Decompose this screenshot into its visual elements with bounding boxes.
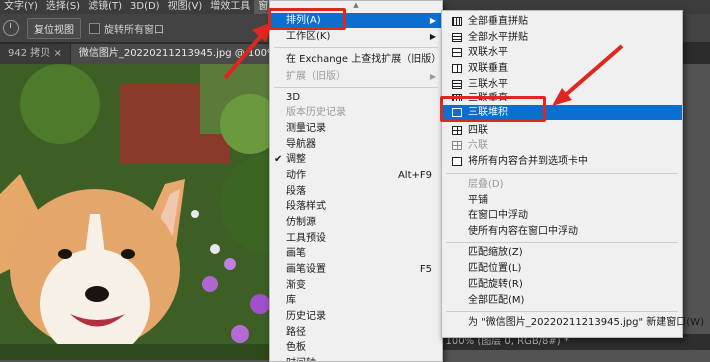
menu-separator: [446, 242, 678, 243]
window-menu-item-history[interactable]: 历史记录: [270, 309, 442, 324]
arrange-item-cascade[interactable]: 层叠(D): [442, 177, 682, 192]
menu-separator: [274, 87, 438, 88]
window-menu-item-timeline[interactable]: 时间轴: [270, 356, 442, 361]
window-menu-item-clone-source[interactable]: 仿制源: [270, 215, 442, 230]
window-menu-item-version-history[interactable]: 版本历史记录: [270, 105, 442, 120]
tab-copy[interactable]: 942 拷贝 ×: [0, 44, 70, 64]
window-menu-item-measurement-log[interactable]: 测量记录: [270, 121, 442, 136]
window-menu-item-swatches[interactable]: 色板: [270, 340, 442, 355]
reset-view-button[interactable]: 复位视图: [27, 17, 81, 39]
submenu-arrow-icon: ▶: [429, 72, 436, 81]
extensions-label: 扩展（旧版）: [286, 71, 346, 82]
menu-filter[interactable]: 滤镜(T): [84, 0, 126, 14]
actions-label: 动作: [286, 170, 306, 181]
actions-shortcut: Alt+F9: [397, 170, 432, 181]
window-menu-item-paragraph-styles[interactable]: 段落样式: [270, 199, 442, 214]
item-label: 四联: [468, 125, 488, 136]
menu-select[interactable]: 选择(S): [42, 0, 84, 14]
brush-settings-label: 画笔设置: [286, 264, 326, 275]
window-menu-item-paths[interactable]: 路径: [270, 325, 442, 340]
window-menu-item-libraries[interactable]: 库: [270, 293, 442, 308]
menu-3d[interactable]: 3D(D): [126, 0, 164, 14]
window-menu-item-adjustments[interactable]: ✔ 调整: [270, 152, 442, 167]
submenu-arrow-icon: ▶: [429, 32, 436, 41]
window-menu-item-paragraph[interactable]: 段落: [270, 184, 442, 199]
window-menu-item-gradients[interactable]: 渐变: [270, 278, 442, 293]
workspace-label: 工作区(K): [286, 31, 331, 42]
checkbox-icon: [89, 22, 100, 34]
menu-separator: [446, 311, 678, 312]
window-menu-item-workspace[interactable]: 工作区(K) ▶: [270, 29, 442, 44]
annotation-box-arrange: [268, 8, 346, 30]
arrange-item-tile[interactable]: 平铺: [442, 193, 682, 208]
tile-vertical-icon: [452, 17, 462, 26]
six-up-icon: [452, 141, 462, 150]
two-up-horizontal-icon: [452, 48, 462, 57]
arrange-item-new-window[interactable]: 为 "微信图片_20220211213945.jpg" 新建窗口(W): [442, 315, 704, 330]
item-label: 双联水平: [468, 47, 508, 58]
window-menu-item-actions[interactable]: 动作 Alt+F9: [270, 168, 442, 183]
arrange-item-consolidate-to-tabs[interactable]: 将所有内容合并到选项卡中: [442, 154, 682, 169]
adjustments-label: 调整: [286, 154, 306, 165]
item-label: 将所有内容合并到选项卡中: [468, 156, 588, 167]
arrange-item-tile-all-vertically[interactable]: 全部垂直拼贴: [442, 14, 682, 29]
three-up-horizontal-icon: [452, 80, 462, 89]
annotation-box-three-up-stacked: [440, 96, 546, 122]
item-label: 三联水平: [468, 79, 508, 90]
consolidate-tabs-icon: [452, 157, 462, 166]
arrange-item-two-up-vertical[interactable]: 双联垂直: [442, 61, 682, 76]
arrange-item-six-up[interactable]: 六联: [442, 138, 682, 153]
window-menu-item-find-extensions[interactable]: 在 Exchange 上查找扩展（旧版）...: [270, 52, 451, 67]
menu-separator: [446, 173, 678, 174]
item-label: 双联垂直: [468, 63, 508, 74]
four-up-icon: [452, 126, 462, 135]
arrange-item-four-up[interactable]: 四联: [442, 123, 682, 138]
menu-view[interactable]: 视图(V): [164, 0, 207, 14]
window-menu-item-3d[interactable]: 3D: [270, 90, 442, 105]
checkmark-icon: ✔: [274, 154, 283, 165]
arrange-item-match-location[interactable]: 匹配位置(L): [442, 261, 682, 276]
tile-horizontal-icon: [452, 33, 462, 42]
menu-plugins[interactable]: 增效工具: [206, 0, 254, 14]
arrange-item-three-up-horizontal[interactable]: 三联水平: [442, 77, 682, 92]
brush-settings-shortcut: F5: [419, 264, 432, 275]
window-menu-item-brush-settings[interactable]: 画笔设置 F5: [270, 262, 442, 277]
menu-separator: [274, 47, 438, 48]
window-menu-item-navigator[interactable]: 导航器: [270, 137, 442, 152]
window-menu-item-extensions[interactable]: 扩展（旧版） ▶: [270, 69, 442, 84]
submenu-arrow-icon: ▶: [429, 16, 436, 25]
item-label: 全部水平拼贴: [468, 32, 528, 43]
menu-type[interactable]: 文字(Y): [0, 0, 42, 14]
arrange-item-match-all[interactable]: 全部匹配(M): [442, 293, 682, 308]
rotate-view-tool-icon[interactable]: [3, 20, 19, 36]
rotate-all-windows-label: 旋转所有窗口: [104, 24, 164, 36]
arrange-item-tile-all-horizontally[interactable]: 全部水平拼贴: [442, 30, 682, 45]
window-menu: ▲ 排列(A) ▶ 工作区(K) ▶ 在 Exchange 上查找扩展（旧版）.…: [269, 0, 451, 362]
arrange-submenu: 全部垂直拼贴 全部水平拼贴 双联水平 双联垂直 三联水平 三联垂直 三联堆积 四…: [441, 10, 704, 338]
arrange-item-float-in-window[interactable]: 在窗口中浮动: [442, 208, 682, 223]
arrange-item-float-all-in-windows[interactable]: 使所有内容在窗口中浮动: [442, 224, 682, 239]
two-up-vertical-icon: [452, 64, 462, 73]
item-label: 六联: [468, 140, 488, 151]
rotate-all-windows-checkbox[interactable]: 旋转所有窗口: [89, 21, 164, 36]
arrange-item-match-zoom[interactable]: 匹配缩放(Z): [442, 245, 682, 260]
item-label: 全部垂直拼贴: [468, 16, 528, 27]
window-menu-item-brushes[interactable]: 画笔: [270, 246, 442, 261]
arrange-item-match-rotation[interactable]: 匹配旋转(R): [442, 277, 682, 292]
window-menu-item-tool-presets[interactable]: 工具预设: [270, 231, 442, 246]
arrange-item-two-up-horizontal[interactable]: 双联水平: [442, 45, 682, 60]
